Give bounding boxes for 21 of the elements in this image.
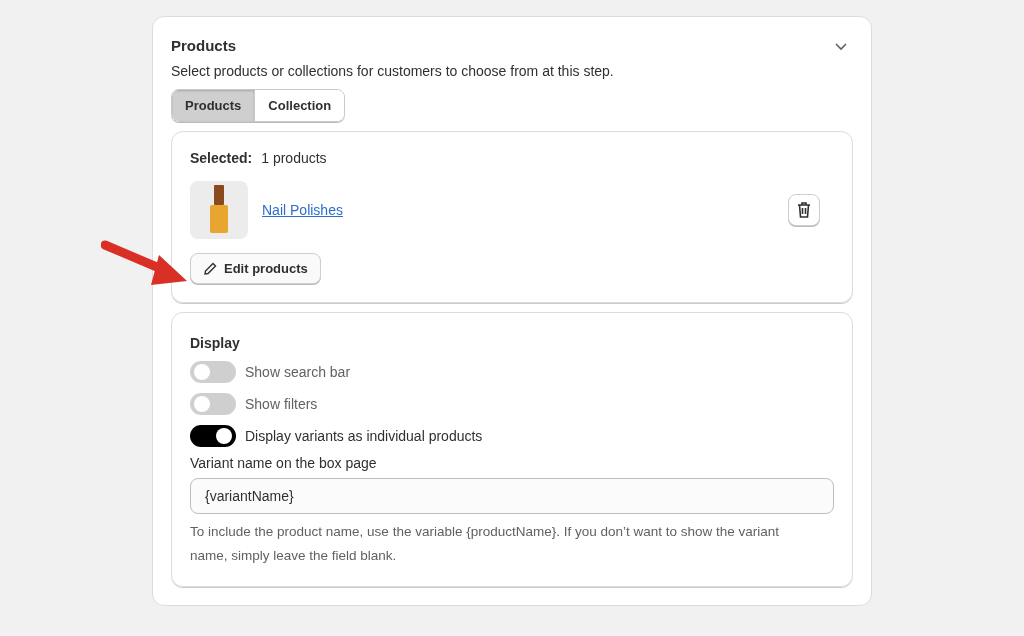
variant-name-field[interactable]: {variantName} bbox=[190, 478, 834, 514]
toggle-label: Display variants as individual products bbox=[245, 428, 483, 444]
delete-icon[interactable] bbox=[788, 194, 820, 226]
product-thumbnail bbox=[190, 181, 248, 239]
toggle-label: Show search bar bbox=[245, 364, 351, 380]
toggle-label: Show filters bbox=[245, 396, 318, 412]
toggle-switch[interactable] bbox=[190, 361, 236, 383]
selected-label: Selected: bbox=[190, 150, 253, 166]
help-text: To include the product name, use the variable {productName}. If you don’t want to show the variant name, simply leave the field blank. bbox=[190, 523, 781, 565]
selected-count: 1 products bbox=[261, 150, 327, 166]
tab[interactable]: Collection bbox=[254, 90, 345, 121]
product-link[interactable]: Nail Polishes bbox=[262, 202, 343, 218]
display-title: Display bbox=[190, 335, 241, 351]
pencil-icon bbox=[203, 261, 217, 276]
field-label: Variant name on the box page bbox=[190, 455, 378, 471]
toggle-switch[interactable] bbox=[190, 425, 236, 447]
toggle-switch[interactable] bbox=[190, 393, 236, 415]
edit-products-button[interactable]: Edit products bbox=[190, 253, 321, 284]
section-description: Select products or collections for customers to choose from at this step. bbox=[171, 63, 615, 79]
tab[interactable]: Products bbox=[172, 90, 255, 121]
section-title: Products bbox=[171, 37, 236, 54]
